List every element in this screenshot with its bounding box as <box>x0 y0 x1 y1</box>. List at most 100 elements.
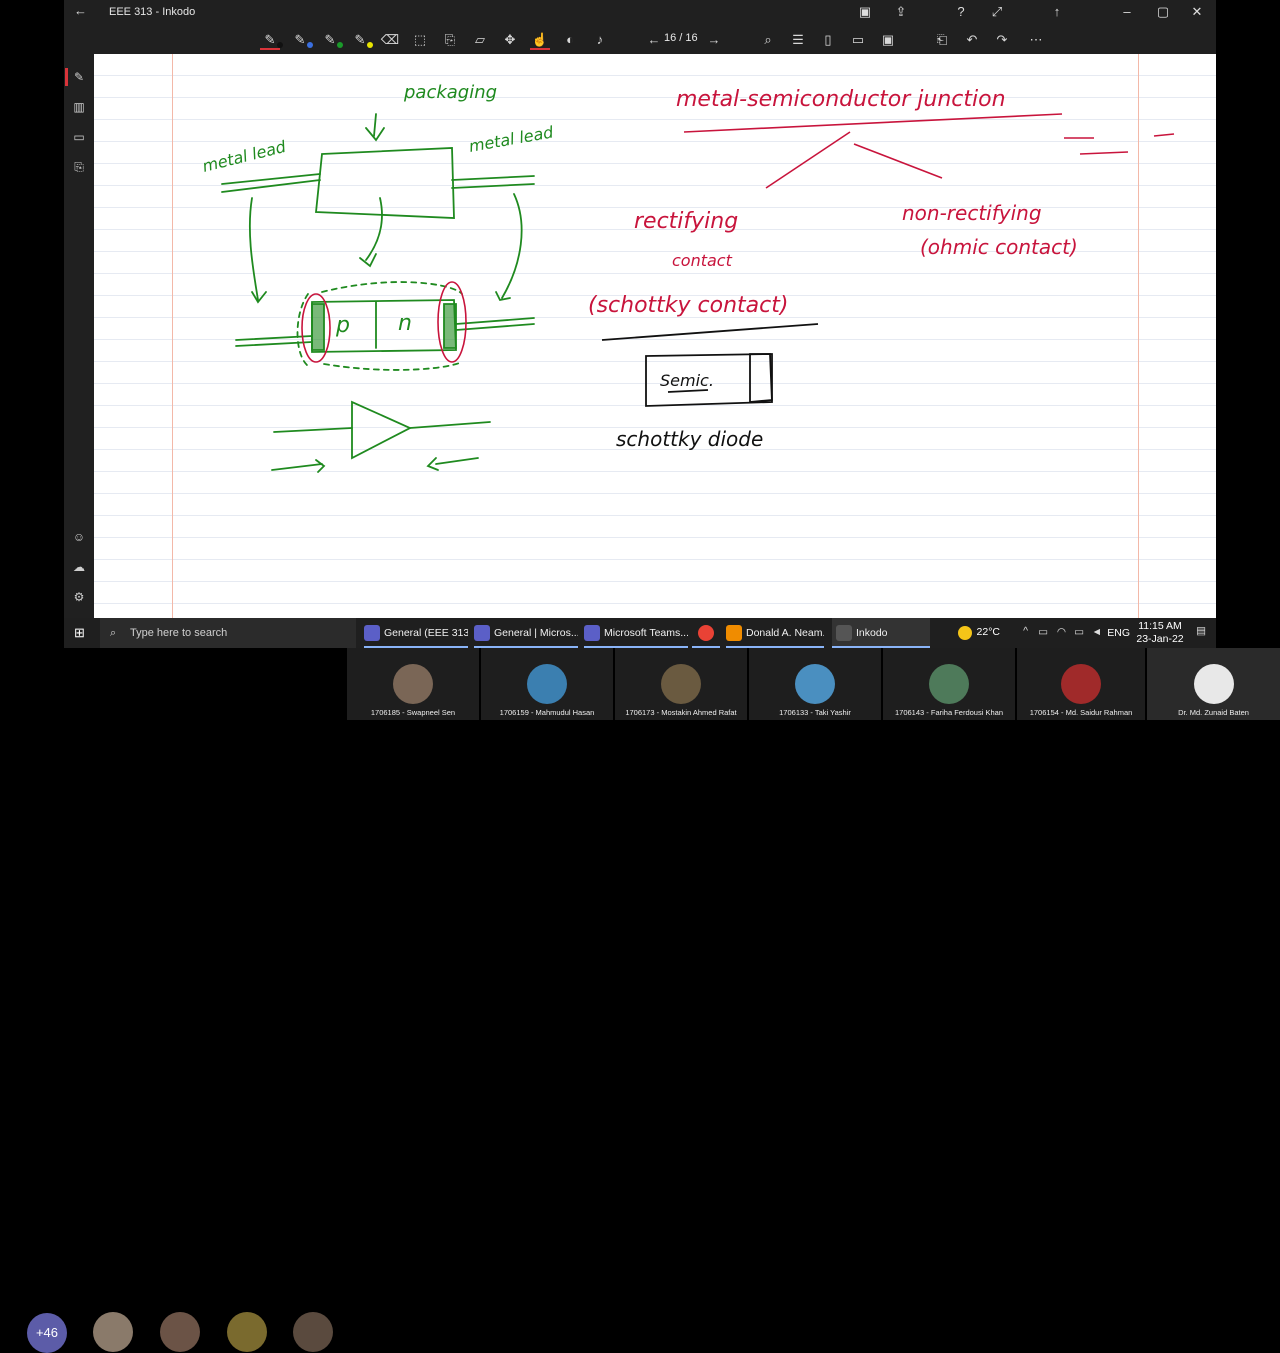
settings-sliders-icon[interactable]: ☰ <box>788 30 808 50</box>
more-participants-badge[interactable]: +46 <box>27 1313 67 1353</box>
language-indicator[interactable]: ENG <box>1107 627 1130 639</box>
clock-time[interactable]: 11:15 AM <box>1138 620 1182 632</box>
pan-icon[interactable]: ✥ <box>500 30 520 50</box>
taskbar-app-pdf[interactable]: Donald A. Neam... <box>726 618 824 648</box>
share-icon[interactable]: ⇪ <box>892 3 910 21</box>
volume-icon[interactable]: ◄ <box>1092 626 1102 638</box>
avatar[interactable] <box>93 1312 133 1352</box>
avatar <box>661 664 701 704</box>
red-labels: metal-semiconductor junction rectifying … <box>588 87 1078 318</box>
pen-mode-icon[interactable]: ✎ <box>70 68 88 86</box>
windows-start-icon[interactable]: ⊞ <box>74 626 88 640</box>
taskbar-app-teams-2[interactable]: General | Micros... <box>474 618 578 648</box>
new-page-icon[interactable]: ▯ <box>818 30 838 50</box>
gear-icon[interactable]: ⚙ <box>70 588 88 606</box>
microphone-icon[interactable]: ♪ <box>590 30 610 50</box>
black-dot-icon <box>277 42 283 48</box>
notebook-canvas[interactable]: packaging metal lead metal lead p n meta… <box>94 54 1216 618</box>
attach-icon[interactable]: ⎘ <box>440 30 460 50</box>
meeting-participants-strip: +46 1706185 - Swapneel Sen 1706159 - Mah… <box>0 648 1280 1353</box>
participant-name: 1706143 - Fariha Ferdousi Khan <box>895 708 1003 717</box>
paste-icon[interactable]: ⎗ <box>932 30 952 50</box>
touch-draw-icon[interactable]: ☝ <box>530 30 550 50</box>
help-icon[interactable]: ? <box>952 3 970 21</box>
window-title: EEE 313 - Inkodo <box>109 6 196 18</box>
tray-chevron-icon[interactable]: ^ <box>1023 625 1028 637</box>
wifi-icon[interactable]: ◠ <box>1057 626 1066 638</box>
eraser-icon[interactable]: ⌫ <box>380 30 400 50</box>
left-sidebar: ✎ ▥ ▭ ⎘ ☺ ☁ ⚙ <box>64 24 94 624</box>
taskbar-search[interactable]: ⌕ Type here to search <box>100 618 356 648</box>
feedback-icon[interactable]: ☺ <box>70 528 88 546</box>
label-metal-lead-right: metal lead <box>467 122 555 156</box>
participant-tile-presenter[interactable]: Dr. Md. Zunaid Baten <box>1147 648 1280 720</box>
participant-name: Dr. Md. Zunaid Baten <box>1178 708 1249 717</box>
avatar <box>929 664 969 704</box>
ruler-icon[interactable]: ▱ <box>470 30 490 50</box>
teams-icon <box>474 625 490 642</box>
redo-icon[interactable]: ↷ <box>992 30 1012 50</box>
avatar[interactable] <box>160 1312 200 1352</box>
weather-icon[interactable] <box>958 626 972 640</box>
participant-name: 1706159 - Mahmudul Hasan <box>499 708 595 717</box>
participant-tile[interactable]: 1706185 - Swapneel Sen <box>347 648 479 720</box>
search-icon: ⌕ <box>110 627 117 639</box>
minimize-icon[interactable]: – <box>1118 3 1136 21</box>
save-icon[interactable]: ▣ <box>878 30 898 50</box>
battery-icon[interactable]: ▭ <box>1074 626 1084 638</box>
pdf-reader-icon <box>726 625 742 642</box>
participant-name: 1706133 - Taki Yashir <box>779 708 851 717</box>
slides-icon[interactable]: ▭ <box>70 128 88 146</box>
taskbar-app-chrome[interactable] <box>692 618 720 648</box>
participant-tile[interactable]: 1706154 - Md. Saidur Rahman <box>1017 648 1145 720</box>
avatar[interactable] <box>227 1312 267 1352</box>
ink-layer: packaging metal lead metal lead p n meta… <box>200 82 1175 473</box>
label-schottky-contact: (schottky contact) <box>588 293 788 318</box>
back-arrow-icon[interactable]: ← <box>74 4 88 18</box>
prev-page-icon[interactable]: ← <box>644 30 664 50</box>
participant-tile[interactable]: 1706143 - Fariha Ferdousi Khan <box>883 648 1015 720</box>
clipboard-icon[interactable]: ⎘ <box>70 158 88 176</box>
chrome-icon <box>698 625 714 642</box>
label-rectifying: rectifying <box>634 209 738 234</box>
network-icon[interactable]: ▭ <box>1038 626 1048 638</box>
notification-icon[interactable]: ▤ <box>1196 625 1206 637</box>
lasso-select-icon[interactable]: ⬚ <box>410 30 430 50</box>
taskbar-app-teams-1[interactable]: General (EEE 313... <box>364 618 468 648</box>
taskbar-app-inkodo[interactable]: Inkodo <box>832 618 930 648</box>
label-schottky-diode: schottky diode <box>616 427 763 451</box>
label-n: n <box>398 311 412 336</box>
blue-dot-icon <box>307 42 313 48</box>
taskbar-app-teams-3[interactable]: Microsoft Teams... <box>584 618 688 648</box>
close-icon[interactable]: ✕ <box>1188 3 1206 21</box>
label-metal-lead-left: metal lead <box>200 137 288 176</box>
avatar <box>1193 664 1234 704</box>
participant-name: 1706185 - Swapneel Sen <box>370 708 456 717</box>
participant-tile[interactable]: 1706133 - Taki Yashir <box>749 648 881 720</box>
undo-icon[interactable]: ↶ <box>962 30 982 50</box>
upload-arrow-icon[interactable]: ↑ <box>1048 3 1066 21</box>
library-icon[interactable]: ▥ <box>70 98 88 116</box>
windows-taskbar: ⊞ ⌕ Type here to search General (EEE 313… <box>64 618 1216 648</box>
ink-toolbar: ≡ ✎ ✎ ✎ ✎ ⌫ ⬚ ⎘ ▱ ✥ ☝ ◐ ♪ ← 16 / 16 → ⌕ … <box>64 24 1216 54</box>
avatar <box>1061 664 1101 704</box>
avatar <box>795 664 835 704</box>
next-page-icon[interactable]: → <box>704 30 724 50</box>
participant-tile[interactable]: 1706173 - Mostakin Ahmed Rafat <box>615 648 747 720</box>
diode-package-sketch <box>221 113 535 473</box>
page-indicator: 16 / 16 <box>664 32 698 44</box>
avatar[interactable] <box>293 1312 333 1352</box>
open-folder-icon[interactable]: ▭ <box>848 30 868 50</box>
more-icon[interactable]: ⋯ <box>1026 30 1046 50</box>
cloud-icon[interactable]: ☁ <box>70 558 88 576</box>
maximize-icon[interactable]: ▢ <box>1154 3 1172 21</box>
store-icon[interactable]: ▣ <box>856 3 874 21</box>
zoom-icon[interactable]: ⌕ <box>758 30 778 50</box>
avatar <box>393 664 433 704</box>
clock-date[interactable]: 23-Jan-22 <box>1136 633 1184 645</box>
participant-tile[interactable]: 1706159 - Mahmudul Hasan <box>481 648 613 720</box>
fullscreen-icon[interactable]: ⤢ <box>988 3 1006 21</box>
yellow-dot-icon <box>367 42 373 48</box>
palette-icon[interactable]: ◐ <box>560 30 580 50</box>
title-bar: ← EEE 313 - Inkodo ▣ ⇪ ? ⤢ ↑ – ▢ ✕ <box>64 0 1216 24</box>
